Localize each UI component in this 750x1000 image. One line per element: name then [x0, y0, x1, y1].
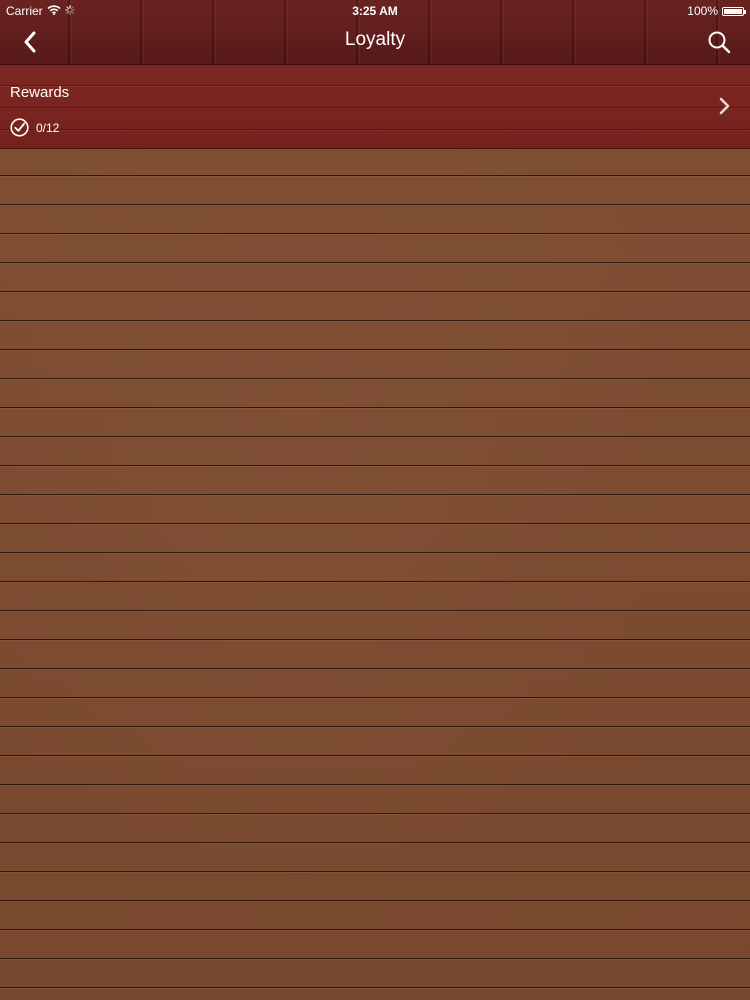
back-button[interactable]	[14, 26, 46, 58]
rewards-title: Rewards	[10, 84, 70, 101]
search-button[interactable]	[702, 25, 736, 59]
navigation-bar: Loyalty	[0, 20, 750, 64]
battery-level	[724, 8, 742, 14]
rewards-row[interactable]: Rewards 0/12	[0, 65, 750, 149]
chevron-left-icon	[24, 31, 36, 53]
wood-background	[0, 148, 750, 1000]
status-time: 3:25 AM	[352, 4, 398, 18]
battery-percent: 100%	[687, 4, 718, 18]
battery-icon	[722, 6, 746, 16]
checkmark-circle-icon	[10, 118, 29, 137]
search-icon	[708, 31, 731, 54]
page-title: Loyalty	[344, 29, 406, 50]
chevron-right-icon	[718, 96, 732, 116]
rewards-progress: 0/12	[10, 118, 59, 137]
status-battery-group: 100%	[687, 4, 746, 18]
header: Carrier 3:25 AM 100% Loyalty	[0, 0, 750, 65]
rewards-progress-count: 0/12	[36, 120, 60, 135]
status-bar: Carrier 3:25 AM 100%	[0, 0, 750, 20]
